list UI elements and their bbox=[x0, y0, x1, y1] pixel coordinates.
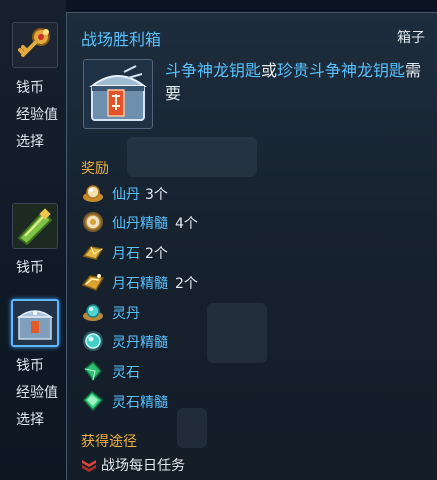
required-key-name[interactable]: 斗争神龙钥匙 bbox=[165, 61, 261, 80]
gold-moonstone-icon bbox=[82, 246, 104, 260]
reward-quantity: 3个 bbox=[145, 187, 168, 203]
reward-choice-list: 钱币 经验值 选择 钱币 钱币 经验值 选择 bbox=[0, 0, 66, 480]
source-heading: 获得途径 bbox=[81, 434, 137, 450]
reward-label: 经验值 bbox=[16, 385, 58, 401]
reward-label: 钱币 bbox=[16, 358, 44, 374]
reward-name: 灵石 bbox=[112, 365, 140, 381]
reward-name: 月石 bbox=[112, 246, 140, 262]
reward-quantity: 2个 bbox=[145, 246, 168, 262]
item-title: 战场胜利箱 bbox=[81, 30, 162, 49]
reward-name: 灵石精髓 bbox=[112, 395, 168, 411]
required-key-name[interactable]: 珍贵斗争神龙钥匙 bbox=[277, 61, 405, 80]
gold-moonstone-essence-icon bbox=[81, 274, 105, 291]
item-tooltip: 战场胜利箱 箱子 斗争神龙钥匙或珍贵斗争神龙钥匙需要 奖励 仙丹 3个 仙丹精髓… bbox=[66, 12, 437, 480]
reward-quantity: 2个 bbox=[175, 276, 198, 292]
reward-name: 灵丹精髓 bbox=[112, 335, 168, 351]
reward-item[interactable]: 灵石 bbox=[81, 359, 381, 385]
reward-label: 经验值 bbox=[16, 107, 58, 123]
reward-name: 月石精髓 bbox=[112, 276, 168, 292]
gold-essence-icon bbox=[83, 212, 103, 232]
reward-item[interactable]: 仙丹 3个 bbox=[81, 181, 381, 207]
reward-name: 仙丹精髓 bbox=[112, 216, 168, 232]
source-text: 战场每日任务 bbox=[101, 458, 185, 474]
silver-chest-icon bbox=[83, 59, 153, 129]
requirement-text: 斗争神龙钥匙或珍贵斗争神龙钥匙需要 bbox=[165, 59, 425, 105]
teal-pill-icon bbox=[83, 304, 103, 321]
rewards-heading: 奖励 bbox=[81, 161, 109, 177]
reward-label: 选择 bbox=[16, 134, 44, 150]
reward-quantity: 4个 bbox=[175, 216, 198, 232]
reward-name: 灵丹 bbox=[112, 306, 140, 322]
reward-item[interactable]: 灵丹精髓 bbox=[81, 329, 381, 355]
item-type: 箱子 bbox=[397, 30, 425, 46]
reward-item[interactable]: 灵石精髓 bbox=[81, 389, 381, 415]
gold-pill-icon bbox=[83, 185, 103, 202]
teal-essence-icon bbox=[83, 331, 103, 351]
battle-emblem-icon bbox=[82, 460, 96, 472]
reward-item[interactable]: 月石 2个 bbox=[81, 240, 381, 266]
reward-item[interactable]: 仙丹精髓 4个 bbox=[81, 210, 381, 236]
reward-item[interactable]: 月石精髓 2个 bbox=[81, 270, 381, 296]
reward-name: 仙丹 bbox=[112, 187, 140, 203]
green-crystal-icon bbox=[83, 360, 103, 382]
reward-label: 钱币 bbox=[16, 80, 44, 96]
background-ghost bbox=[127, 137, 257, 177]
reward-item[interactable]: 灵丹 bbox=[81, 300, 381, 326]
silver-chest-icon[interactable] bbox=[11, 299, 59, 347]
green-scroll-icon[interactable] bbox=[12, 203, 58, 249]
reward-label: 选择 bbox=[16, 412, 44, 428]
green-crystal-essence-icon bbox=[82, 390, 104, 412]
reward-label: 钱币 bbox=[16, 260, 44, 276]
requirement-connector: 或 bbox=[261, 61, 278, 80]
golden-key-icon[interactable] bbox=[12, 22, 58, 68]
